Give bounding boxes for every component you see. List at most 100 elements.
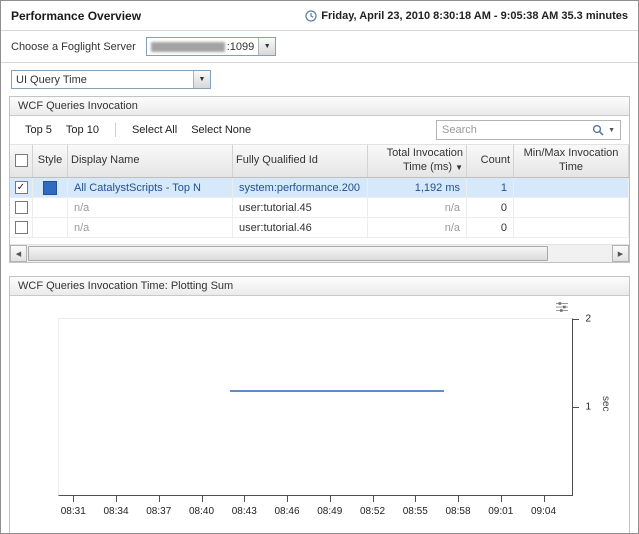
- row-checkbox[interactable]: ✓: [15, 181, 28, 194]
- search-box: ▼: [436, 120, 621, 140]
- x-axis-tick: [415, 496, 416, 502]
- column-header[interactable]: Count: [467, 145, 514, 178]
- total-invocation-cell: 1,192 ms: [368, 178, 467, 198]
- x-axis-label: 08:31: [61, 506, 86, 517]
- x-axis-tick: [116, 496, 117, 502]
- server-name-redacted: [151, 42, 225, 52]
- x-axis-label: 09:04: [531, 506, 556, 517]
- style-cell: [33, 218, 68, 238]
- count-cell: 0: [467, 198, 514, 218]
- column-header[interactable]: Style: [33, 145, 68, 178]
- page-header: Performance Overview Friday, April 23, 2…: [1, 1, 638, 31]
- query-table: StyleDisplay NameFully Qualified IdTotal…: [10, 145, 629, 238]
- select-all-header-cell: [10, 145, 33, 178]
- x-axis-label: 08:34: [103, 506, 128, 517]
- top5-button[interactable]: Top 5: [18, 122, 59, 138]
- display-name-cell: n/a: [68, 218, 233, 238]
- fqid-cell: system:performance.200: [233, 178, 368, 198]
- checkbox-cell: [10, 218, 33, 238]
- query-type-select[interactable]: UI Query Time ▼: [11, 70, 211, 89]
- minmax-cell: [514, 198, 629, 218]
- time-range: Friday, April 23, 2010 8:30:18 AM - 9:05…: [305, 10, 628, 22]
- performance-overview-page: Performance Overview Friday, April 23, 2…: [0, 0, 639, 534]
- scrollbar-thumb[interactable]: [28, 246, 548, 261]
- server-label: Choose a Foglight Server: [11, 41, 136, 53]
- count-cell: 0: [467, 218, 514, 238]
- y-axis-label: 2: [585, 314, 591, 325]
- chart-panel-title: WCF Queries Invocation Time: Plotting Su…: [10, 277, 629, 296]
- search-options-caret-icon[interactable]: ▼: [608, 127, 615, 134]
- header-checkbox[interactable]: [15, 154, 28, 167]
- total-invocation-cell: n/a: [368, 198, 467, 218]
- toolbar-separator: [115, 123, 116, 137]
- query-table-body: ✓ All CatalystScripts - Top Nsystem:perfo…: [10, 178, 629, 238]
- server-port: :1099: [227, 41, 255, 53]
- x-axis-label: 08:55: [403, 506, 428, 517]
- server-row: Choose a Foglight Server :1099 ▼: [1, 31, 638, 63]
- x-axis-label: 08:40: [189, 506, 214, 517]
- style-cell: [33, 178, 68, 198]
- column-header[interactable]: Display Name: [68, 145, 233, 178]
- query-row: UI Query Time ▼: [1, 63, 638, 94]
- y-axis-tick: [573, 319, 579, 320]
- x-axis-tick: [544, 496, 545, 502]
- x-axis-tick: [373, 496, 374, 502]
- x-axis-label: 08:58: [445, 506, 470, 517]
- server-dropdown-button[interactable]: ▼: [258, 38, 275, 55]
- x-axis-label: 08:46: [274, 506, 299, 517]
- chart-options-icon[interactable]: [555, 301, 569, 316]
- x-axis-label: 09:01: [488, 506, 513, 517]
- style-swatch: [43, 181, 57, 195]
- total-invocation-cell: n/a: [368, 218, 467, 238]
- query-type-value: UI Query Time: [16, 74, 189, 86]
- display-name-cell: All CatalystScripts - Top N: [68, 178, 233, 198]
- table-row[interactable]: ✓ All CatalystScripts - Top Nsystem:perfo…: [10, 178, 629, 198]
- x-axis-tick: [458, 496, 459, 502]
- minmax-cell: [514, 218, 629, 238]
- x-axis-tick: [330, 496, 331, 502]
- checkbox-cell: [10, 198, 33, 218]
- page-title: Performance Overview: [11, 9, 141, 23]
- y-axis-label: 1: [585, 402, 591, 413]
- clock-icon: [305, 10, 317, 22]
- count-cell: 1: [467, 178, 514, 198]
- select-all-button[interactable]: Select All: [125, 122, 184, 138]
- table-row[interactable]: n/auser:tutorial.45n/a0: [10, 198, 629, 218]
- select-none-button[interactable]: Select None: [184, 122, 258, 138]
- x-axis-label: 08:37: [146, 506, 171, 517]
- table-row[interactable]: n/auser:tutorial.46n/a0: [10, 218, 629, 238]
- chart-area: 08:3108:3408:3708:4008:4308:4608:4908:52…: [14, 298, 625, 532]
- x-axis-label: 08:52: [360, 506, 385, 517]
- row-checkbox[interactable]: [15, 201, 28, 214]
- query-type-dropdown-button[interactable]: ▼: [193, 71, 210, 88]
- chart-plot-area: 08:3108:3408:3708:4008:4308:4608:4908:52…: [58, 318, 573, 496]
- server-combobox[interactable]: :1099 ▼: [146, 37, 277, 56]
- y-axis-tick: [573, 407, 579, 408]
- sort-desc-icon: ▼: [455, 163, 463, 172]
- search-input[interactable]: [442, 124, 592, 136]
- x-axis-tick: [244, 496, 245, 502]
- style-cell: [33, 198, 68, 218]
- y-axis-unit-label: sec: [600, 396, 611, 412]
- search-icon[interactable]: [592, 124, 604, 136]
- column-header[interactable]: Fully Qualified Id: [233, 145, 368, 178]
- x-axis-label: 08:43: [232, 506, 257, 517]
- x-axis-tick: [159, 496, 160, 502]
- chart-panel: WCF Queries Invocation Time: Plotting Su…: [9, 276, 630, 534]
- time-range-text: Friday, April 23, 2010 8:30:18 AM - 9:05…: [321, 10, 628, 22]
- series-line: [230, 390, 444, 392]
- fqid-cell: user:tutorial.46: [233, 218, 368, 238]
- top10-button[interactable]: Top 10: [59, 122, 106, 138]
- column-header[interactable]: Min/Max Invocation Time: [514, 145, 629, 178]
- minmax-cell: [514, 178, 629, 198]
- x-axis-tick: [73, 496, 74, 502]
- checkbox-cell: ✓: [10, 178, 33, 198]
- display-name-cell: n/a: [68, 198, 233, 218]
- row-checkbox[interactable]: [15, 221, 28, 234]
- horizontal-scrollbar[interactable]: ◀ ▶: [10, 244, 629, 262]
- scroll-right-arrow-icon[interactable]: ▶: [612, 245, 629, 262]
- table-toolbar: Top 5 Top 10 Select All Select None ▼: [10, 116, 629, 145]
- panel-title: WCF Queries Invocation: [10, 97, 629, 116]
- scroll-left-arrow-icon[interactable]: ◀: [10, 245, 27, 262]
- column-header[interactable]: Total Invocation Time (ms)▼: [368, 145, 467, 178]
